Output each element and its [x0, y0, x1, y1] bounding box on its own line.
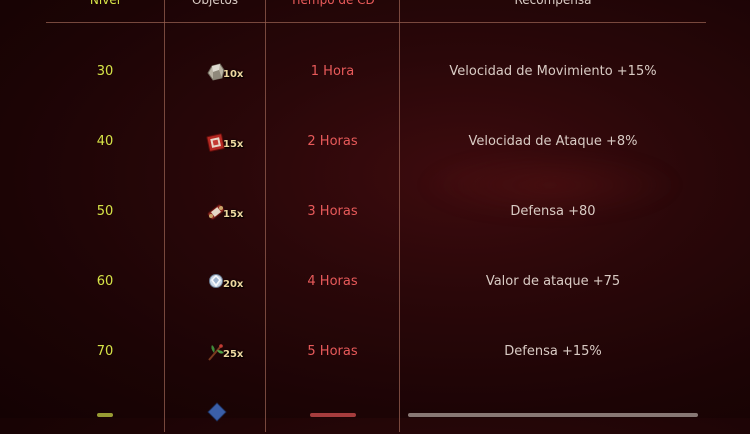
table-row: 70 25x 5 Horas Defensa +15%: [46, 317, 706, 387]
cooldown-cell: 5 Horas: [307, 344, 358, 359]
level-cell: 40: [96, 134, 114, 149]
cooldown-cell: 2 Horas: [307, 134, 358, 149]
header-divider: [46, 22, 706, 23]
item-quantity: 15x: [223, 139, 244, 150]
item-cell: 15x: [165, 177, 265, 247]
item-quantity: 15x: [223, 209, 244, 220]
header-items: Objetos: [191, 0, 239, 7]
item-cell: 15x: [165, 107, 265, 177]
table-row: 60 20x 4 Horas Valor de ataque +75: [46, 247, 706, 317]
level-cell: 70: [96, 344, 114, 359]
cooldown-cell: 3 Horas: [307, 204, 358, 219]
item-quantity: 25x: [223, 349, 244, 360]
reward-cell: Velocidad de Movimiento +15%: [449, 64, 657, 79]
item-cell: 25x: [165, 317, 265, 387]
level-cell: 60: [96, 274, 114, 289]
level-cell: 30: [96, 64, 114, 79]
gem-icon[interactable]: [206, 400, 228, 430]
cooldown-cell: 4 Horas: [307, 274, 358, 289]
table-row: 30 10x 1 Hora Velocidad de Movimiento +1…: [46, 37, 706, 107]
item-cell: 10x: [165, 37, 265, 107]
reward-cell: Defensa +15%: [504, 344, 602, 359]
level-cell: 50: [96, 204, 114, 219]
reward-cell: Velocidad de Ataque +8%: [468, 134, 638, 149]
item-quantity: 20x: [223, 279, 244, 290]
cooldown-cell-cutoff: [266, 400, 399, 430]
reward-table: Nivel Objetos Tiempo de CD Recompensa 30…: [46, 0, 706, 432]
header-level: Nivel: [89, 0, 121, 7]
table-row-partial: [46, 400, 706, 430]
item-quantity: 10x: [223, 69, 244, 80]
table-row: 50 15x 3 Horas Defensa +80: [46, 177, 706, 247]
header-cooldown: Tiempo de CD: [290, 0, 375, 7]
header-reward: Recompensa: [514, 0, 592, 7]
reward-cell: Defensa +80: [510, 204, 596, 219]
table-row: 40 15x 2 Horas Velocidad de Ataque +8%: [46, 107, 706, 177]
reward-cell-cutoff: [400, 400, 706, 430]
reward-cell: Valor de ataque +75: [485, 274, 621, 289]
level-cell-cutoff: [46, 400, 164, 430]
item-cell: 20x: [165, 247, 265, 317]
cooldown-cell: 1 Hora: [310, 64, 355, 79]
